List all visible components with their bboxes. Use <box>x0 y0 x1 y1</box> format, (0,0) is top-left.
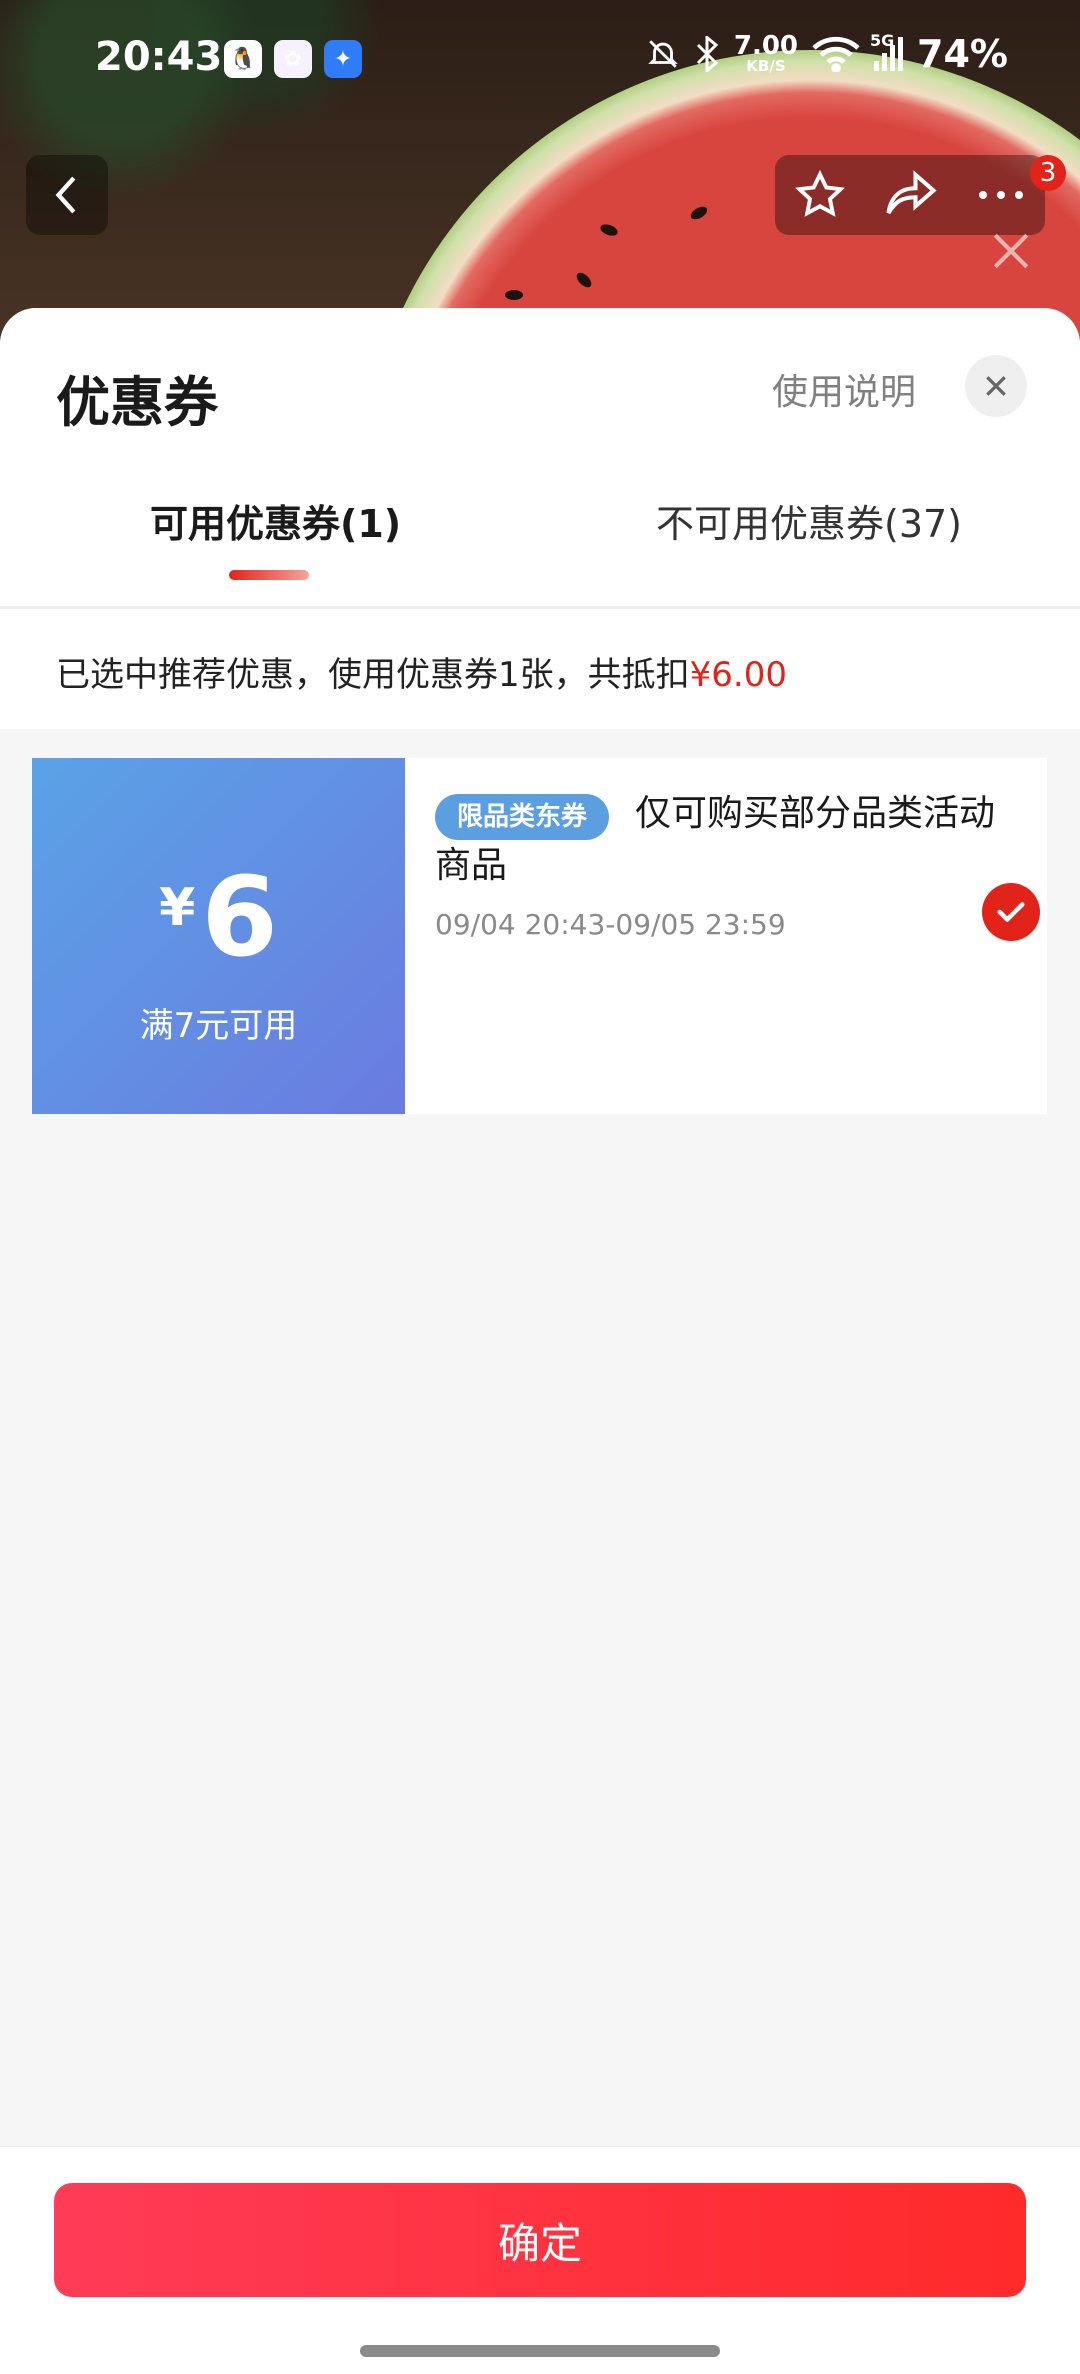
checkmark-icon <box>997 902 1025 922</box>
coupon-currency: ¥ <box>159 878 196 938</box>
cellular-signal: 5G <box>870 31 904 71</box>
coupon-sheet: 优惠券 使用说明 可用优惠券(1) 不可用优惠券(37) 已选中推荐优惠，使用优… <box>0 308 1080 2374</box>
summary-prefix: 已选中推荐优惠，使用优惠券1张，共抵扣 <box>56 655 690 695</box>
more-icon[interactable] <box>976 188 1026 202</box>
network-speed: 7.00 KB/S <box>733 31 799 74</box>
coupon-valid-range: 09/04 20:43-09/05 23:59 <box>435 908 786 941</box>
wifi-icon <box>812 36 860 72</box>
network-type: 5G <box>870 31 895 50</box>
coupon-amount: 6 <box>201 853 278 981</box>
bottom-action-bar: 确定 <box>0 2146 1080 2374</box>
coupon-value: ¥6 <box>32 853 405 981</box>
star-favorite-icon[interactable] <box>794 169 846 221</box>
coupon-selected-checkbox[interactable] <box>982 883 1040 941</box>
coupon-card[interactable]: ¥6 满7元可用 仅可购买部分品类活动商品 限品类东券 09/04 20:43-… <box>24 758 1047 1114</box>
nav-action-group <box>775 155 1045 235</box>
sheet-title: 优惠券 <box>56 371 218 434</box>
bluetooth-icon <box>696 36 719 72</box>
active-tab-indicator <box>229 570 309 580</box>
selection-summary: 已选中推荐优惠，使用优惠券1张，共抵扣¥6.00 <box>0 608 1080 729</box>
share-icon[interactable] <box>884 170 938 220</box>
status-time: 20:43 <box>95 34 223 80</box>
home-indicator[interactable] <box>360 2345 720 2357</box>
coupon-value-panel: ¥6 满7元可用 <box>24 758 405 1114</box>
coupon-condition: 满7元可用 <box>139 1006 298 1046</box>
bell-muted-icon <box>648 40 678 68</box>
star-app-icon: ✦ <box>324 40 362 78</box>
summary-amount: ¥6.00 <box>689 655 787 695</box>
status-bar: 20:43 🐧 ✿ ✦ 7.00 KB/S 5G 74% <box>0 0 1080 120</box>
coupon-category-tag: 限品类东券 <box>435 794 610 840</box>
notification-badge: 3 <box>1030 155 1066 191</box>
battery-level: 74% <box>917 32 1008 76</box>
status-indicators: 7.00 KB/S 5G 74% <box>646 31 1008 76</box>
coupon-tabs: 可用优惠券(1) 不可用优惠券(37) <box>0 493 1080 583</box>
qq-icon: 🐧 <box>224 40 262 78</box>
seed <box>505 290 523 300</box>
chevron-left-icon <box>55 176 76 214</box>
coupon-details: 仅可购买部分品类活动商品 限品类东券 09/04 20:43-09/05 23:… <box>405 758 1047 1114</box>
confirm-button[interactable]: 确定 <box>54 2183 1026 2297</box>
back-button[interactable] <box>26 155 108 235</box>
sheet-header: 优惠券 使用说明 可用优惠券(1) 不可用优惠券(37) <box>0 308 1080 608</box>
photos-app-icon: ✿ <box>274 40 312 78</box>
close-icon[interactable] <box>990 230 1032 272</box>
usage-instructions-link[interactable]: 使用说明 <box>772 363 916 415</box>
summary-text: 已选中推荐优惠，使用优惠券1张，共抵扣¥6.00 <box>56 647 787 696</box>
tab-unavailable-coupons[interactable]: 不可用优惠券(37) <box>656 493 962 548</box>
close-sheet-button[interactable] <box>965 355 1027 417</box>
tab-available-coupons[interactable]: 可用优惠券(1) <box>150 493 401 548</box>
notification-app-icons: 🐧 ✿ ✦ <box>224 40 362 78</box>
close-icon <box>986 376 1006 396</box>
network-speed-value: 7.00 <box>733 31 799 61</box>
